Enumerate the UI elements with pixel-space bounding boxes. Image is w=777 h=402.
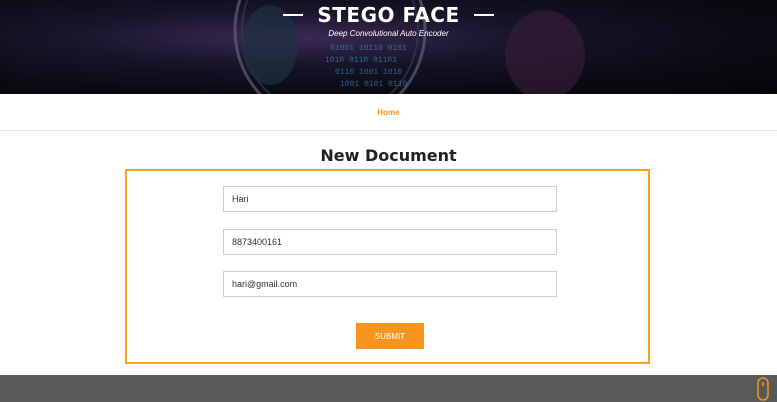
name-field[interactable] [223,186,557,212]
brand: STEGO FACE Deep Convolutional Auto Encod… [0,3,777,38]
main-nav: Home [0,94,777,131]
site-title: STEGO FACE [317,3,460,27]
email-field[interactable] [223,271,557,297]
svg-text:0110 1001 1010: 0110 1001 1010 [335,68,402,77]
document-form: SUBMIT [125,169,650,364]
page-title: New Document [320,146,457,165]
mouse-scroll-icon[interactable] [757,377,769,401]
submit-button[interactable]: SUBMIT [356,323,424,349]
footer [0,375,777,402]
nav-item-home[interactable]: Home [377,108,399,117]
brand-left-line [283,14,304,16]
brand-right-line [473,14,494,16]
site-subtitle: Deep Convolutional Auto Encoder [328,29,449,38]
svg-text:1001 0101 0110: 1001 0101 0110 [340,80,407,89]
svg-text:1010 0110 01101: 1010 0110 01101 [325,56,397,65]
phone-field[interactable] [223,229,557,255]
hero-banner: 01001 10110 0101 1010 0110 01101 0110 10… [0,0,777,94]
svg-text:01001 10110 0101: 01001 10110 0101 [330,44,407,53]
